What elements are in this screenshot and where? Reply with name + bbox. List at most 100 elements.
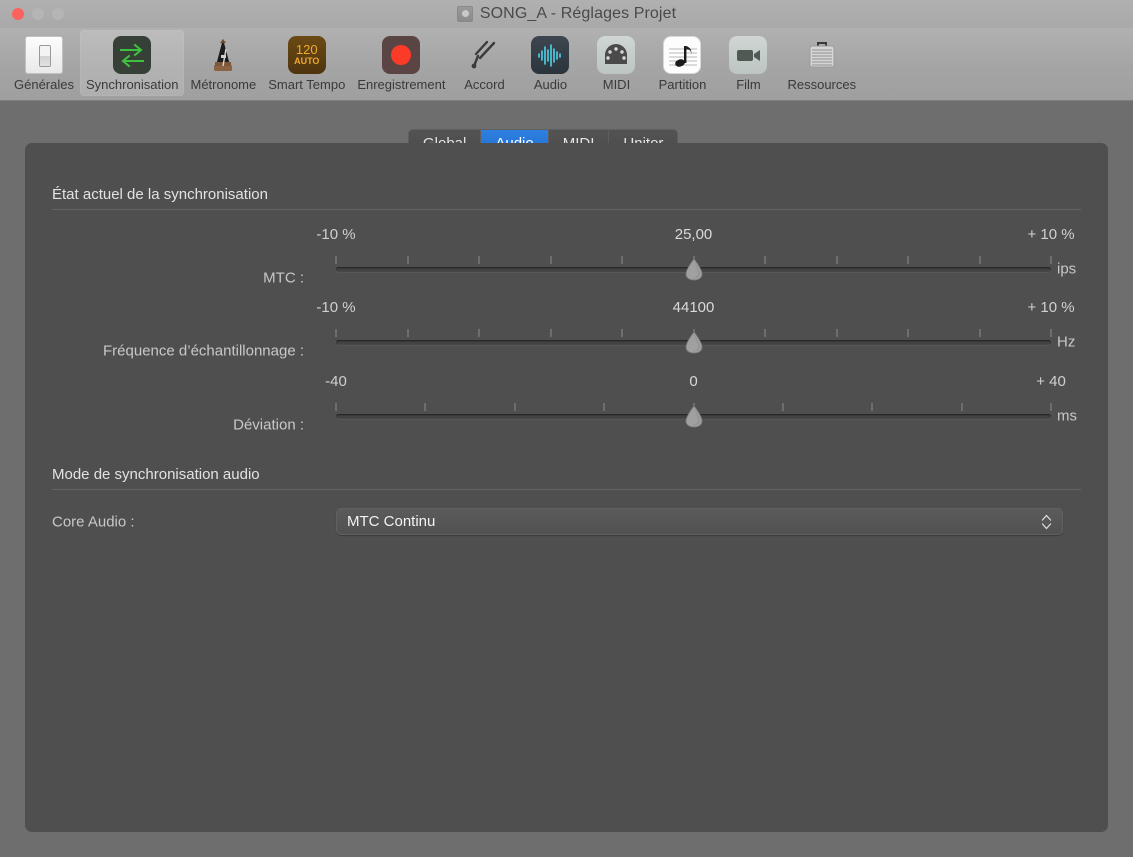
slider-sample-rate[interactable]: -10 % 44100 + 10 % Hz (336, 321, 1051, 361)
toolbar-label-partition: Partition (659, 77, 707, 92)
slider-tick (604, 403, 605, 411)
slider-tick (407, 329, 408, 337)
toolbar-label-film: Film (736, 77, 761, 92)
slider-thumb-deviation[interactable] (684, 405, 703, 428)
slider-tick (782, 403, 783, 411)
title-container: SONG_A - Réglages Projet (0, 0, 1133, 28)
slider-tick (765, 329, 766, 337)
switch-icon (25, 36, 63, 74)
toolbar-label-ressources: Ressources (787, 77, 856, 92)
slider-unit-sample-rate: Hz (1057, 334, 1075, 351)
slider-tick (961, 403, 962, 411)
toolbar-item-enregistrement[interactable]: Enregistrement (351, 30, 451, 96)
slider-label-mtc: MTC : (52, 270, 304, 287)
metronome-icon (204, 36, 242, 74)
toolbar-item-ressources[interactable]: Ressources (781, 30, 862, 96)
popup-value-core-audio: MTC Continu (337, 513, 435, 530)
briefcase-icon (803, 36, 841, 74)
toolbar-item-synchronisation[interactable]: Synchronisation (80, 30, 185, 96)
slider-thumb-sample-rate[interactable] (684, 331, 703, 354)
logic-project-icon (457, 6, 473, 22)
toolbar-label-enregistrement: Enregistrement (357, 77, 445, 92)
section-audio-sync-mode: Mode de synchronisation audio (52, 466, 1081, 490)
slider-tick (908, 329, 909, 337)
slider-tick (550, 256, 551, 264)
slider-value-deviation: 0 (689, 373, 697, 390)
slider-tick (425, 403, 426, 411)
title-bar: SONG_A - Réglages Projet (0, 0, 1133, 28)
slider-max-sample-rate: + 10 % (1027, 299, 1074, 316)
slider-tick (979, 329, 980, 337)
slider-tick (550, 329, 551, 337)
section-title-audio-sync-mode: Mode de synchronisation audio (52, 466, 1081, 483)
slider-tick (336, 329, 337, 337)
slider-thumb-mtc[interactable] (684, 258, 703, 281)
music-note-icon (663, 36, 701, 74)
toolbar-item-film[interactable]: Film (715, 30, 781, 96)
slider-tick (1051, 403, 1052, 411)
toolbar-item-generales[interactable]: Générales (8, 30, 80, 96)
toolbar-label-synchronisation: Synchronisation (86, 77, 179, 92)
slider-unit-deviation: ms (1057, 408, 1077, 425)
toolbar-item-smart-tempo[interactable]: 120 AUTO Smart Tempo (262, 30, 351, 96)
toolbar-label-smart-tempo: Smart Tempo (268, 77, 345, 92)
slider-tick (979, 256, 980, 264)
window-title: SONG_A - Réglages Projet (480, 5, 676, 23)
tuning-fork-icon (465, 36, 503, 74)
popup-row-core-audio: Core Audio : MTC Continu (52, 506, 1081, 538)
slider-row-deviation: Déviation : -40 0 + 40 ms (52, 395, 1081, 435)
slider-tick (479, 256, 480, 264)
waveform-icon (531, 36, 569, 74)
slider-tick (872, 403, 873, 411)
toolbar-label-accord: Accord (464, 77, 504, 92)
slider-tick (336, 256, 337, 264)
toolbar-label-audio: Audio (534, 77, 567, 92)
section-title-sync-status: État actuel de la synchronisation (52, 186, 1081, 203)
slider-max-mtc: + 10 % (1027, 226, 1074, 243)
toolbar-item-partition[interactable]: Partition (649, 30, 715, 96)
slider-min-mtc: -10 % (316, 226, 355, 243)
slider-tick (908, 256, 909, 264)
toolbar-item-metronome[interactable]: Métronome (184, 30, 262, 96)
slider-mtc[interactable]: -10 % 25,00 + 10 % ips (336, 248, 1051, 288)
midi-port-icon (597, 36, 635, 74)
project-settings-window: SONG_A - Réglages Projet Générales Synch… (0, 0, 1133, 857)
popup-core-audio[interactable]: MTC Continu (336, 508, 1063, 535)
slider-deviation[interactable]: -40 0 + 40 ms (336, 395, 1051, 435)
tempo-120-auto-icon: 120 AUTO (288, 36, 326, 74)
tempo-value-text: 120 (296, 43, 318, 56)
tempo-auto-text: AUTO (294, 56, 319, 67)
slider-row-mtc: MTC : -10 % 25,00 + 10 % ips (52, 248, 1081, 288)
slider-tick (1051, 256, 1052, 264)
slider-min-deviation: -40 (325, 373, 347, 390)
section-sync-status: État actuel de la synchronisation (52, 186, 1081, 210)
sync-arrows-icon (113, 36, 151, 74)
slider-tick (765, 256, 766, 264)
slider-tick (1051, 329, 1052, 337)
section-divider (52, 489, 1081, 490)
toolbar-label-generales: Générales (14, 77, 74, 92)
slider-tick (622, 256, 623, 264)
toolbar-item-midi[interactable]: MIDI (583, 30, 649, 96)
toolbar-item-accord[interactable]: Accord (451, 30, 517, 96)
toolbar-label-metronome: Métronome (190, 77, 256, 92)
popup-label-core-audio: Core Audio : (52, 514, 304, 531)
slider-min-sample-rate: -10 % (316, 299, 355, 316)
slider-value-mtc: 25,00 (675, 226, 713, 243)
chevron-up-down-icon (1041, 513, 1052, 530)
slider-label-deviation: Déviation : (52, 417, 304, 434)
slider-max-deviation: + 40 (1036, 373, 1066, 390)
slider-tick (836, 256, 837, 264)
slider-value-sample-rate: 44100 (673, 299, 715, 316)
section-divider (52, 209, 1081, 210)
slider-tick (407, 256, 408, 264)
slider-row-sample-rate: Fréquence d’échantillonnage : -10 % 4410… (52, 321, 1081, 361)
slider-tick (336, 403, 337, 411)
toolbar-item-audio[interactable]: Audio (517, 30, 583, 96)
video-camera-icon (729, 36, 767, 74)
toolbar-label-midi: MIDI (603, 77, 630, 92)
slider-unit-mtc: ips (1057, 261, 1076, 278)
slider-tick (479, 329, 480, 337)
settings-panel: État actuel de la synchronisation MTC : … (25, 143, 1108, 832)
slider-tick (514, 403, 515, 411)
